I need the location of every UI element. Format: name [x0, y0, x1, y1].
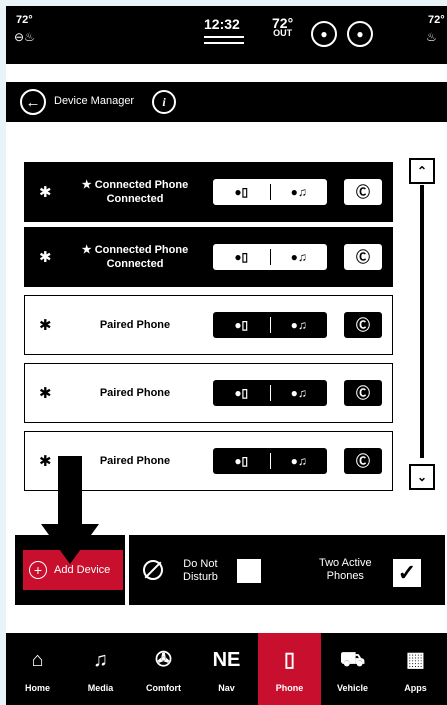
audio-profile-icon[interactable]: ●♫ [270, 250, 327, 264]
clock: 12:32 [204, 16, 240, 32]
nav-label: Comfort [146, 683, 181, 693]
driver-temp[interactable]: 72° [16, 14, 33, 26]
outside-temp-label: OUT [273, 28, 293, 38]
passenger-seat-heat-icon[interactable]: ♨ [426, 30, 437, 44]
phone-profile-icon[interactable]: ●▯ [213, 250, 270, 264]
nav-media[interactable]: ♫ Media [69, 633, 132, 705]
gear-icon[interactable]: ✱ [39, 452, 52, 470]
scroll-down-button[interactable]: ⌄ [409, 464, 435, 490]
disconnect-icon[interactable]: Ⓒ [344, 179, 382, 205]
back-arrow-icon[interactable]: ← [20, 89, 46, 115]
device-name-line1: ★ Connected Phone [81, 244, 189, 256]
title-bar: ← Device Manager i [6, 82, 447, 122]
music-note-icon: ♫ [93, 649, 108, 671]
nav-comfort[interactable]: ✇ Comfort [132, 633, 195, 705]
nav-nav[interactable]: NE Nav [195, 633, 258, 705]
device-row[interactable]: ✱ Paired Phone ●▯ ●♫ Ⓒ [24, 295, 393, 355]
device-name: ★ Connected Phone Connected [65, 163, 205, 221]
car-icon: ⛟ [339, 649, 366, 671]
seat-heat-icon[interactable]: ⊖♨ [14, 30, 35, 44]
audio-profile-icon[interactable]: ●♫ [270, 185, 327, 199]
phone-profile-icon[interactable]: ●▯ [213, 454, 270, 468]
device-name: Paired Phone [65, 296, 205, 354]
nav-apps[interactable]: ▦ Apps [384, 633, 447, 705]
nav-vehicle[interactable]: ⛟ Vehicle [321, 633, 384, 705]
bottom-nav: ⌂ Home ♫ Media ✇ Comfort NE Nav ▯ Phone … [6, 633, 447, 705]
do-not-disturb-checkbox[interactable] [237, 559, 261, 583]
scroll-track[interactable] [420, 185, 424, 458]
pointer-arrow-shaft [58, 456, 82, 528]
device-name-line1: Paired Phone [99, 455, 171, 467]
phone-profile-icon[interactable]: ●▯ [213, 386, 270, 400]
device-name: Paired Phone [65, 364, 205, 422]
disconnect-icon[interactable]: Ⓒ [344, 244, 382, 270]
profile-toggle[interactable]: ●▯ ●♫ [213, 179, 327, 205]
home-icon: ⌂ [31, 649, 44, 671]
divider [125, 535, 129, 605]
profile-toggle[interactable]: ●▯ ●♫ [213, 448, 327, 474]
profile-toggle[interactable]: ●▯ ●♫ [213, 312, 327, 338]
pointer-arrow-icon [41, 524, 99, 564]
two-active-label-line1: Two Active [319, 557, 372, 569]
checkmark-icon: ✓ [397, 560, 417, 585]
profile-toggle[interactable]: ●▯ ●♫ [213, 380, 327, 406]
dnd-label-line2: Disturb [183, 571, 218, 583]
audio-profile-icon[interactable]: ●♫ [270, 386, 327, 400]
device-name-line1: Paired Phone [99, 387, 171, 399]
gear-icon[interactable]: ✱ [39, 384, 52, 402]
do-not-disturb-label: Do Not Disturb [183, 558, 218, 584]
nav-home[interactable]: ⌂ Home [6, 633, 69, 705]
compass-icon: NE [212, 649, 241, 671]
outside-temp: 72° OUT [272, 15, 294, 38]
nav-label: Vehicle [336, 683, 369, 693]
gear-icon[interactable]: ✱ [39, 183, 52, 201]
voice-mic-icon[interactable]: ● [347, 21, 373, 47]
two-active-phones-checkbox[interactable]: ✓ [393, 559, 421, 587]
device-name-line1: ★ Connected Phone [81, 179, 189, 191]
phone-profile-icon[interactable]: ●▯ [213, 318, 270, 332]
nav-label: Media [87, 683, 114, 693]
nav-phone[interactable]: ▯ Phone [258, 633, 321, 705]
info-icon[interactable]: i [152, 90, 176, 114]
outside-temp-value: 72° [272, 15, 294, 31]
page-title: Device Manager [54, 95, 135, 107]
nav-label: Phone [275, 683, 304, 693]
connect-icon[interactable]: Ⓒ [344, 380, 382, 406]
two-active-phones-label: Two Active Phones [319, 557, 372, 583]
connect-icon[interactable]: Ⓒ [344, 448, 382, 474]
gear-icon[interactable]: ✱ [39, 248, 52, 266]
audio-profile-icon[interactable]: ●♫ [270, 318, 327, 332]
scroll-up-button[interactable]: ⌃ [409, 158, 435, 184]
nav-label: Home [24, 683, 50, 693]
profile-icon[interactable]: ● [311, 21, 337, 47]
device-status: Connected [106, 193, 164, 205]
status-bar: 72° ⊖♨ 12:32 72° OUT ● ● 72° ♨ [6, 6, 447, 64]
grid-icon: ▦ [406, 649, 425, 671]
device-row[interactable]: ✱ ★ Connected Phone Connected ●▯ ●♫ Ⓒ [24, 162, 393, 222]
device-row[interactable]: ✱ Paired Phone ●▯ ●♫ Ⓒ [24, 363, 393, 423]
connect-icon[interactable]: Ⓒ [344, 312, 382, 338]
chevron-up-icon: ⌃ [416, 164, 428, 178]
fan-icon: ✇ [155, 649, 172, 671]
device-row[interactable]: ✱ ★ Connected Phone Connected ●▯ ●♫ Ⓒ [24, 227, 393, 287]
gear-icon[interactable]: ✱ [39, 316, 52, 334]
nav-label: Apps [404, 683, 427, 693]
phone-profile-icon[interactable]: ●▯ [213, 185, 270, 199]
nav-label: Nav [218, 683, 235, 693]
profile-toggle[interactable]: ●▯ ●♫ [213, 244, 327, 270]
do-not-disturb-icon [143, 560, 163, 580]
device-status: Connected [106, 258, 164, 270]
screen: 72° ⊖♨ 12:32 72° OUT ● ● 72° ♨ ← Device … [6, 6, 447, 705]
two-active-label-line2: Phones [326, 570, 364, 582]
add-device-label: Add Device [54, 564, 111, 576]
chevron-down-icon: ⌄ [416, 470, 428, 484]
device-name-line1: Paired Phone [99, 319, 171, 331]
audio-profile-icon[interactable]: ●♫ [270, 454, 327, 468]
clock-underline [204, 36, 244, 48]
device-name: ★ Connected Phone Connected [65, 228, 205, 286]
dnd-label-line1: Do Not [183, 558, 218, 570]
passenger-temp[interactable]: 72° [428, 14, 445, 26]
device-name: Paired Phone [65, 432, 205, 490]
phone-icon: ▯ [283, 649, 295, 671]
